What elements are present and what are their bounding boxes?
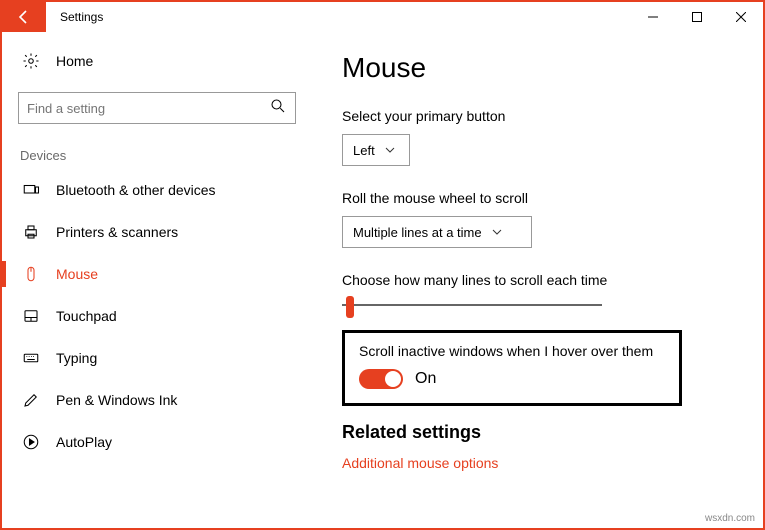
sidebar-item-printers[interactable]: Printers & scanners xyxy=(2,211,312,253)
sidebar: Home Devices Bluetooth & other devices P… xyxy=(2,32,312,528)
inactive-toggle[interactable] xyxy=(359,369,403,389)
lines-slider[interactable] xyxy=(342,304,602,306)
sidebar-item-label: Printers & scanners xyxy=(56,224,178,240)
wheel-select[interactable]: Multiple lines at a time xyxy=(342,216,532,248)
chevron-down-icon xyxy=(385,143,395,158)
main-panel: Mouse Select your primary button Left Ro… xyxy=(312,32,763,528)
sidebar-item-autoplay[interactable]: AutoPlay xyxy=(2,421,312,463)
sidebar-item-label: Touchpad xyxy=(56,308,117,324)
watermark: wsxdn.com xyxy=(705,513,755,524)
search-icon xyxy=(269,97,287,120)
back-button[interactable] xyxy=(2,2,46,32)
primary-button-label: Select your primary button xyxy=(342,108,733,124)
touchpad-icon xyxy=(20,307,42,325)
sidebar-item-bluetooth[interactable]: Bluetooth & other devices xyxy=(2,169,312,211)
sidebar-item-label: AutoPlay xyxy=(56,434,112,450)
pen-icon xyxy=(20,391,42,409)
sidebar-item-touchpad[interactable]: Touchpad xyxy=(2,295,312,337)
printer-icon xyxy=(20,223,42,241)
toggle-knob xyxy=(385,371,401,387)
sidebar-item-label: Typing xyxy=(56,350,97,366)
page-title: Mouse xyxy=(342,52,733,84)
related-heading: Related settings xyxy=(342,422,733,443)
additional-mouse-options-link[interactable]: Additional mouse options xyxy=(342,455,733,471)
sidebar-item-label: Pen & Windows Ink xyxy=(56,392,177,408)
inactive-label: Scroll inactive windows when I hover ove… xyxy=(359,343,665,359)
primary-button-select[interactable]: Left xyxy=(342,134,410,166)
wheel-label: Roll the mouse wheel to scroll xyxy=(342,190,733,206)
autoplay-icon xyxy=(20,433,42,451)
home-nav[interactable]: Home xyxy=(2,42,312,80)
sidebar-item-pen[interactable]: Pen & Windows Ink xyxy=(2,379,312,421)
sidebar-item-typing[interactable]: Typing xyxy=(2,337,312,379)
chevron-down-icon xyxy=(492,225,502,240)
sidebar-item-mouse[interactable]: Mouse xyxy=(2,253,312,295)
inactive-state: On xyxy=(415,370,436,388)
devices-icon xyxy=(20,181,42,199)
wheel-value: Multiple lines at a time xyxy=(353,225,482,240)
mouse-icon xyxy=(20,265,42,283)
search-input[interactable] xyxy=(27,101,269,116)
search-field[interactable] xyxy=(18,92,296,124)
gear-icon xyxy=(20,52,42,70)
minimize-button[interactable] xyxy=(631,2,675,32)
keyboard-icon xyxy=(20,349,42,367)
lines-label: Choose how many lines to scroll each tim… xyxy=(342,272,733,288)
sidebar-item-label: Mouse xyxy=(56,266,98,282)
window-title: Settings xyxy=(46,2,103,32)
sidebar-item-label: Bluetooth & other devices xyxy=(56,182,216,198)
primary-button-value: Left xyxy=(353,143,375,158)
maximize-button[interactable] xyxy=(675,2,719,32)
section-label: Devices xyxy=(2,142,312,169)
slider-thumb[interactable] xyxy=(346,296,354,318)
highlight-box: Scroll inactive windows when I hover ove… xyxy=(342,330,682,406)
close-button[interactable] xyxy=(719,2,763,32)
home-label: Home xyxy=(56,53,93,69)
